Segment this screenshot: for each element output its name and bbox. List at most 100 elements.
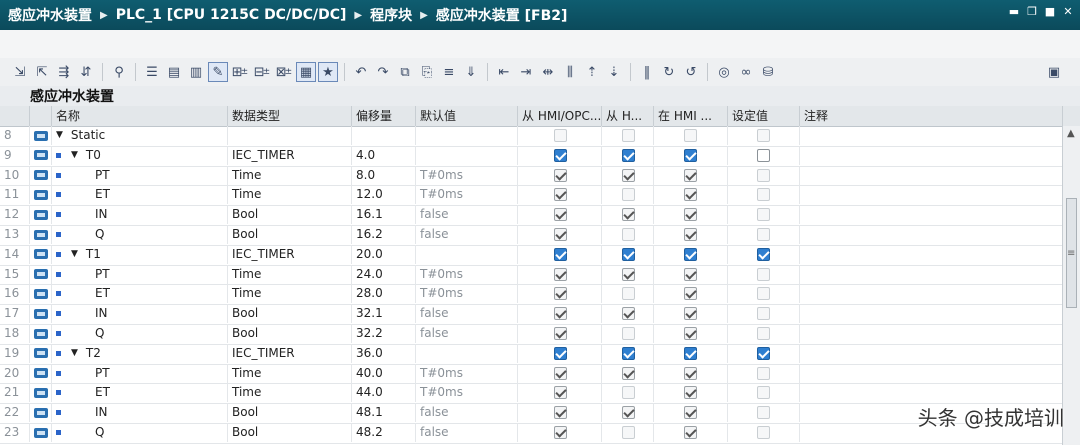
- datatype-cell[interactable]: Bool: [228, 304, 352, 324]
- pin-icon[interactable]: ⚲: [109, 62, 129, 82]
- table-row[interactable]: 18 Q Bool 32.2 false: [0, 324, 1062, 345]
- collapse-icon[interactable]: ⇵: [76, 62, 96, 82]
- comment-cell[interactable]: [800, 166, 1062, 185]
- datatype-cell[interactable]: Time: [228, 284, 352, 304]
- header-hmi-opc[interactable]: 从 HMI/OPC...: [518, 106, 602, 126]
- datatype-cell[interactable]: IEC_TIMER: [228, 145, 352, 165]
- visible-in-hmi-checkbox[interactable]: [684, 267, 697, 281]
- reload-icon[interactable]: ↺: [681, 62, 701, 82]
- table-row[interactable]: 12 IN Bool 16.1 false: [0, 205, 1062, 226]
- name-cell[interactable]: ▼ T1: [52, 244, 228, 264]
- default-value-cell[interactable]: false: [416, 225, 518, 244]
- align-icon[interactable]: ⇹: [538, 62, 558, 82]
- scroll-up-icon[interactable]: ▲: [1067, 128, 1075, 139]
- default-value-cell[interactable]: T#0ms: [416, 185, 518, 205]
- comment-icon[interactable]: ✎: [208, 62, 228, 82]
- accessible-from-hmi-checkbox[interactable]: [554, 366, 567, 380]
- name-cell[interactable]: ET: [52, 284, 228, 304]
- visible-in-hmi-checkbox[interactable]: [684, 386, 697, 400]
- accessible-from-hmi-checkbox[interactable]: [554, 168, 567, 182]
- datatype-cell[interactable]: Bool: [228, 403, 352, 423]
- datatype-cell[interactable]: Bool: [228, 423, 352, 442]
- visible-in-hmi-checkbox[interactable]: [684, 148, 697, 162]
- name-cell[interactable]: ▼ T2: [52, 343, 228, 363]
- default-value-cell[interactable]: false: [416, 304, 518, 324]
- table-row[interactable]: 21 ET Time 44.0 T#0ms: [0, 383, 1062, 405]
- datatype-cell[interactable]: [228, 126, 352, 145]
- name-cell[interactable]: IN: [52, 304, 228, 324]
- datatype-cell[interactable]: IEC_TIMER: [228, 343, 352, 363]
- monitor-glasses-icon[interactable]: ∞: [736, 62, 756, 82]
- crumb-project[interactable]: 感应冲水装置: [8, 5, 92, 25]
- maximize-icon[interactable]: ■: [1044, 6, 1056, 18]
- header-setpoint[interactable]: 设定值: [728, 106, 800, 126]
- default-value-cell[interactable]: [416, 145, 518, 165]
- visible-in-hmi-checkbox[interactable]: [684, 307, 697, 321]
- visible-in-hmi-checkbox[interactable]: [684, 228, 697, 241]
- comment-cell[interactable]: [800, 304, 1062, 323]
- indent-right-icon[interactable]: ⇥: [516, 62, 536, 82]
- expand-triangle-icon[interactable]: ▼: [71, 146, 78, 165]
- star-icon[interactable]: ★: [318, 62, 338, 82]
- accessible-from-hmi-checkbox[interactable]: [554, 188, 567, 202]
- database-icon[interactable]: ⛁: [758, 62, 778, 82]
- table-row[interactable]: 19 ▼ T2 IEC_TIMER 36.0: [0, 343, 1062, 365]
- writable-from-hmi-checkbox[interactable]: [622, 346, 635, 360]
- name-cell[interactable]: ▼ Static: [52, 126, 228, 145]
- visible-in-hmi-checkbox[interactable]: [684, 406, 697, 420]
- accessible-from-hmi-checkbox[interactable]: [554, 386, 567, 400]
- comment-cell[interactable]: [800, 383, 1062, 402]
- table-row[interactable]: 16 ET Time 28.0 T#0ms: [0, 284, 1062, 306]
- table-row[interactable]: 11 ET Time 12.0 T#0ms: [0, 185, 1062, 207]
- datatype-cell[interactable]: Time: [228, 363, 352, 383]
- list-icon[interactable]: ▥: [186, 62, 206, 82]
- writable-from-hmi-checkbox[interactable]: [622, 247, 635, 261]
- writable-from-hmi-checkbox[interactable]: [622, 307, 635, 321]
- comment-cell[interactable]: [800, 225, 1062, 244]
- visible-in-hmi-checkbox[interactable]: [684, 327, 697, 340]
- copy-icon[interactable]: ⧉: [395, 62, 415, 82]
- datatype-cell[interactable]: Time: [228, 383, 352, 403]
- name-cell[interactable]: PT: [52, 165, 228, 185]
- header-from-h[interactable]: 从 H...: [602, 106, 654, 126]
- table-row[interactable]: 9 ▼ T0 IEC_TIMER 4.0: [0, 145, 1062, 167]
- datatype-cell[interactable]: Bool: [228, 205, 352, 225]
- default-value-cell[interactable]: T#0ms: [416, 363, 518, 383]
- sort-up-icon[interactable]: ⇡: [582, 62, 602, 82]
- table-row[interactable]: 17 IN Bool 32.1 false: [0, 304, 1062, 325]
- undo-icon[interactable]: ↶: [351, 62, 371, 82]
- sort-down-icon[interactable]: ⇣: [604, 62, 624, 82]
- writable-from-hmi-checkbox[interactable]: [622, 406, 635, 420]
- default-value-cell[interactable]: [416, 126, 518, 145]
- header-default[interactable]: 默认值: [416, 106, 518, 126]
- name-cell[interactable]: ET: [52, 383, 228, 403]
- visible-in-hmi-checkbox[interactable]: [684, 287, 697, 301]
- table-icon[interactable]: ▤: [164, 62, 184, 82]
- datatype-cell[interactable]: Bool: [228, 324, 352, 343]
- network-icon[interactable]: ⊞: [230, 62, 250, 82]
- vertical-scrollbar[interactable]: ▲ ≡: [1062, 126, 1080, 445]
- accessible-from-hmi-checkbox[interactable]: [554, 406, 567, 420]
- crumb-block[interactable]: 感应冲水装置 [FB2]: [436, 5, 568, 25]
- accessible-from-hmi-checkbox[interactable]: [554, 208, 567, 222]
- setpoint-checkbox[interactable]: [757, 247, 770, 261]
- download-icon[interactable]: ⇓: [461, 62, 481, 82]
- watch-icon[interactable]: ◎: [714, 62, 734, 82]
- accessible-from-hmi-checkbox[interactable]: [554, 267, 567, 281]
- table-row[interactable]: 20 PT Time 40.0 T#0ms: [0, 363, 1062, 385]
- setpoint-checkbox[interactable]: [757, 148, 770, 162]
- bars-icon[interactable]: ‖: [637, 62, 657, 82]
- refresh-icon[interactable]: ↻: [659, 62, 679, 82]
- writable-from-hmi-checkbox[interactable]: [622, 366, 635, 380]
- visible-in-hmi-checkbox[interactable]: [684, 168, 697, 182]
- comment-cell[interactable]: [800, 205, 1062, 224]
- default-value-cell[interactable]: false: [416, 423, 518, 442]
- expand-triangle-icon[interactable]: ▼: [71, 344, 78, 363]
- insert-row-icon[interactable]: ⇲: [10, 62, 30, 82]
- default-value-cell[interactable]: false: [416, 403, 518, 423]
- default-value-cell[interactable]: false: [416, 324, 518, 343]
- minimize-icon[interactable]: ▬: [1008, 6, 1020, 18]
- header-comment[interactable]: 注释: [800, 106, 1062, 126]
- comment-cell[interactable]: [800, 185, 1062, 204]
- grid-icon[interactable]: ⊠: [274, 62, 294, 82]
